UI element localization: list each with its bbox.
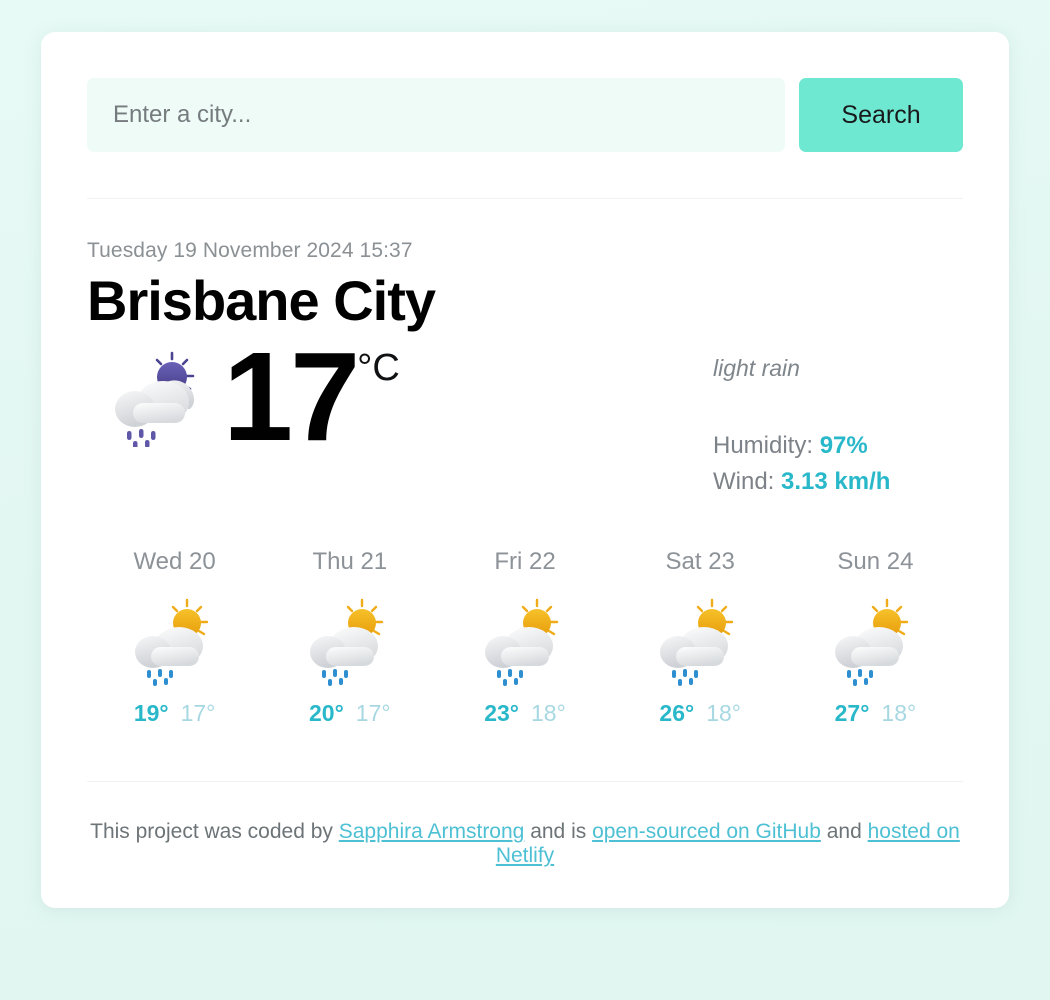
- forecast-temp-min: 18°: [881, 700, 917, 727]
- forecast-day-label: Sat 23: [665, 548, 735, 576]
- forecast-temp-min: 18°: [706, 700, 741, 727]
- forecast-temperatures: 27° 18°: [788, 700, 963, 727]
- cloud-sun-rain-icon: [485, 599, 559, 687]
- humidity-row: Humidity: 97%: [713, 432, 927, 460]
- forecast-day-column: Sun 24 27° 18°: [788, 548, 963, 727]
- search-button[interactable]: Search: [799, 78, 963, 152]
- cloud-sun-rain-icon: [115, 352, 195, 448]
- city-name: Brisbane City: [87, 269, 436, 332]
- forecast-temp-max: 27°: [834, 700, 870, 727]
- search-input[interactable]: [87, 78, 785, 152]
- footer-text-3: and: [820, 820, 868, 844]
- temperature-unit[interactable]: °C: [357, 347, 400, 390]
- forecast-temperatures: 19° 17°: [87, 700, 262, 727]
- forecast-temperatures: 26° 18°: [613, 700, 788, 727]
- forecast-temp-max: 26°: [659, 700, 695, 727]
- cloud-sun-rain-icon: [660, 599, 734, 687]
- footer-link-author[interactable]: Sapphira Armstrong: [339, 820, 525, 843]
- forecast-temp-min: 17°: [355, 700, 391, 727]
- humidity-label: Humidity:: [713, 432, 814, 460]
- footer-text-2: and is: [524, 820, 593, 844]
- search-form: Search: [87, 78, 963, 152]
- forecast-row: Wed 20 19° 17° Thu 21 20° 17° Fri 22 23°…: [87, 548, 963, 727]
- footer-text-1: This project was coded by: [90, 820, 339, 844]
- cloud-sun-rain-icon: [835, 599, 909, 687]
- forecast-temp-min: 17°: [180, 700, 216, 727]
- forecast-temp-min: 18°: [531, 700, 566, 727]
- footer: This project was coded by Sapphira Armst…: [87, 782, 963, 868]
- forecast-day-label: Thu 21: [312, 548, 388, 576]
- forecast-day-column: Thu 21 20° 17°: [262, 548, 437, 727]
- wind-label: Wind:: [713, 468, 775, 496]
- forecast-day-label: Wed 20: [133, 548, 216, 576]
- forecast-day-label: Sun 24: [837, 548, 914, 576]
- forecast-temp-max: 23°: [484, 700, 519, 727]
- cloud-sun-rain-icon: [309, 599, 383, 687]
- current-weather-details: light rain Humidity: 97% Wind: 3.13 km/h: [713, 337, 963, 504]
- forecast-day-column: Fri 22 23° 18°: [437, 548, 612, 727]
- forecast-day-column: Sat 23 26° 18°: [613, 548, 788, 727]
- wind-row: Wind: 3.13 km/h: [713, 468, 927, 496]
- weather-app-card: Search Tuesday 19 November 2024 15:37 Br…: [41, 32, 1009, 909]
- current-temperature-value: 17: [223, 326, 360, 468]
- forecast-day-column: Wed 20 19° 17°: [87, 548, 262, 727]
- forecast-temp-max: 20°: [309, 700, 344, 727]
- weather-condition-text: light rain: [713, 355, 800, 382]
- forecast-temperatures: 20° 17°: [262, 700, 437, 727]
- wind-value: 3.13 km/h: [781, 468, 891, 496]
- cloud-sun-rain-icon: [134, 599, 208, 687]
- current-weather-section: Tuesday 19 November 2024 15:37 Brisbane …: [87, 199, 963, 504]
- humidity-value: 97%: [819, 432, 868, 460]
- forecast-temp-max: 19°: [133, 700, 169, 727]
- forecast-temperatures: 23° 18°: [437, 700, 612, 727]
- current-date: Tuesday 19 November 2024 15:37: [87, 239, 413, 262]
- footer-link-source[interactable]: open-sourced on GitHub: [592, 820, 821, 843]
- current-temperature-group: 17 °C: [87, 326, 400, 468]
- forecast-day-label: Fri 22: [494, 548, 556, 576]
